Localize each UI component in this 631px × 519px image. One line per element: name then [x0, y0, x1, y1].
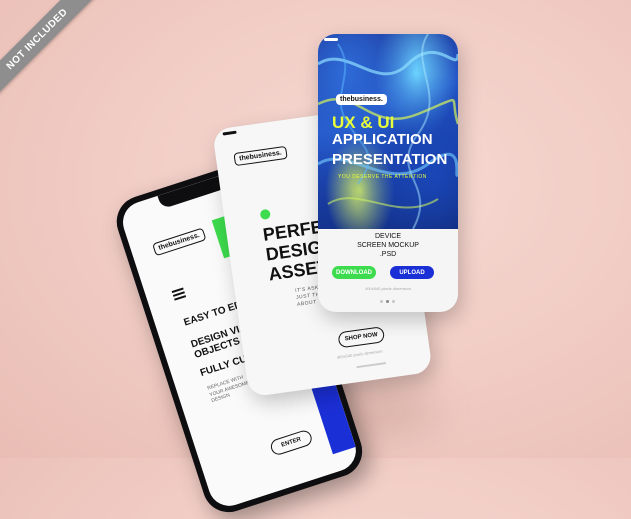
page-dot-active[interactable] [386, 300, 389, 303]
device-line-2: SCREEN MOCKUP [357, 242, 419, 250]
phone-notch [157, 174, 228, 210]
front-status-bar [324, 38, 338, 41]
status-bar [222, 130, 237, 136]
hamburger-menu-icon[interactable] [171, 287, 187, 301]
front-footer: 400x540 pixels dimension [364, 286, 412, 291]
front-headline-1: UX & UI [332, 113, 395, 132]
download-button[interactable]: DOWNLOAD [332, 266, 376, 279]
phone-logo: thebusiness. [152, 227, 207, 257]
page-dot[interactable] [380, 300, 383, 303]
device-line-1: DEVICE [374, 233, 402, 240]
front-headline-2: APPLICATION [332, 131, 433, 148]
front-logo: thebusiness. [336, 94, 387, 105]
front-screen-card: thebusiness. UX & UI APPLICATION PRESENT… [318, 34, 458, 312]
shop-now-button[interactable]: SHOP NOW [337, 326, 386, 349]
middle-logo: thebusiness. [233, 145, 288, 167]
page-dot[interactable] [392, 300, 395, 303]
upload-button[interactable]: UPLOAD [390, 266, 434, 279]
device-line-3: .PSD [379, 251, 397, 259]
home-indicator [356, 362, 387, 369]
middle-footer: 400x540 pixels dimension [336, 348, 383, 360]
not-included-ribbon: NOT INCLUDED [0, 0, 98, 100]
front-tagline: YOU DESERVE THE ATTENTION [338, 174, 427, 180]
enter-button[interactable]: ENTER [268, 428, 314, 457]
green-dot [259, 208, 271, 221]
front-headline-3: PRESENTATION [332, 151, 448, 168]
